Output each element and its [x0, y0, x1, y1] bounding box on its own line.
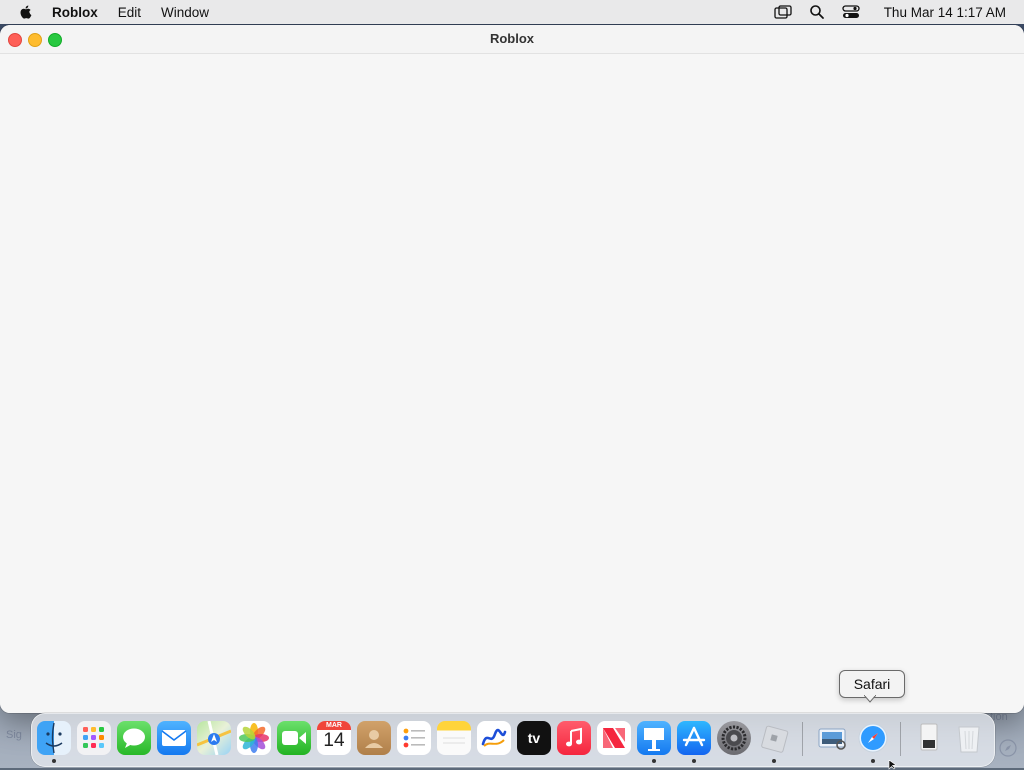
window-titlebar[interactable]: Roblox: [0, 25, 1024, 54]
roblox-icon[interactable]: [757, 721, 791, 755]
tooltip-arrow: [864, 695, 876, 703]
trash-icon[interactable]: [952, 721, 986, 755]
running-indicator: [692, 759, 696, 763]
apple-tv-icon[interactable]: tv: [517, 721, 551, 755]
mail-icon[interactable]: [157, 721, 191, 755]
menu-app-name[interactable]: Roblox: [52, 5, 98, 20]
safari-icon[interactable]: [856, 721, 890, 755]
menu-window[interactable]: Window: [161, 5, 209, 20]
compass-icon: [999, 739, 1017, 757]
app-store-icon[interactable]: [677, 721, 711, 755]
menu-bar: Roblox Edit Window Thu Mar 14 1:17 AM: [0, 0, 1024, 24]
control-center-icon[interactable]: [842, 4, 860, 20]
window-title: Roblox: [489, 31, 535, 46]
notes-icon[interactable]: [437, 721, 471, 755]
apple-menu-icon[interactable]: [18, 4, 34, 20]
launchpad-icon[interactable]: [77, 721, 111, 755]
maps-icon[interactable]: [197, 721, 231, 755]
freeform-icon[interactable]: [477, 721, 511, 755]
reminders-icon[interactable]: [397, 721, 431, 755]
screen-mirroring-icon[interactable]: [774, 4, 792, 20]
spotlight-search-icon[interactable]: [808, 4, 826, 20]
menu-edit[interactable]: Edit: [118, 5, 141, 20]
calendar-day: 14: [323, 730, 345, 751]
preview-icon[interactable]: [816, 721, 850, 755]
background-window-text-fragment: Sig: [6, 729, 22, 741]
roblox-window: Roblox: [0, 25, 1024, 713]
news-icon[interactable]: [597, 721, 631, 755]
calendar-month: MAR: [317, 721, 351, 730]
dock-separator: [802, 722, 803, 756]
finder-icon[interactable]: [37, 721, 71, 755]
menu-bar-clock[interactable]: Thu Mar 14 1:17 AM: [884, 5, 1006, 20]
photos-icon[interactable]: [237, 721, 271, 755]
running-indicator: [772, 759, 776, 763]
facetime-icon[interactable]: [277, 721, 311, 755]
downloads-folder-icon[interactable]: [912, 721, 946, 755]
contacts-icon[interactable]: [357, 721, 391, 755]
system-settings-icon[interactable]: [717, 721, 751, 755]
dock-tooltip: Safari: [839, 670, 905, 698]
messages-icon[interactable]: [117, 721, 151, 755]
mouse-cursor-icon: [888, 760, 897, 770]
calendar-icon[interactable]: MAR 14: [317, 721, 351, 755]
window-content-area[interactable]: [0, 54, 1024, 713]
dock: MAR 14 tv: [31, 713, 995, 767]
dock-separator: [900, 722, 901, 756]
running-indicator: [652, 759, 656, 763]
apple-tv-label: tv: [527, 730, 541, 746]
running-indicator: [52, 759, 56, 763]
running-indicator: [871, 759, 875, 763]
music-icon[interactable]: [557, 721, 591, 755]
keynote-icon[interactable]: [637, 721, 671, 755]
